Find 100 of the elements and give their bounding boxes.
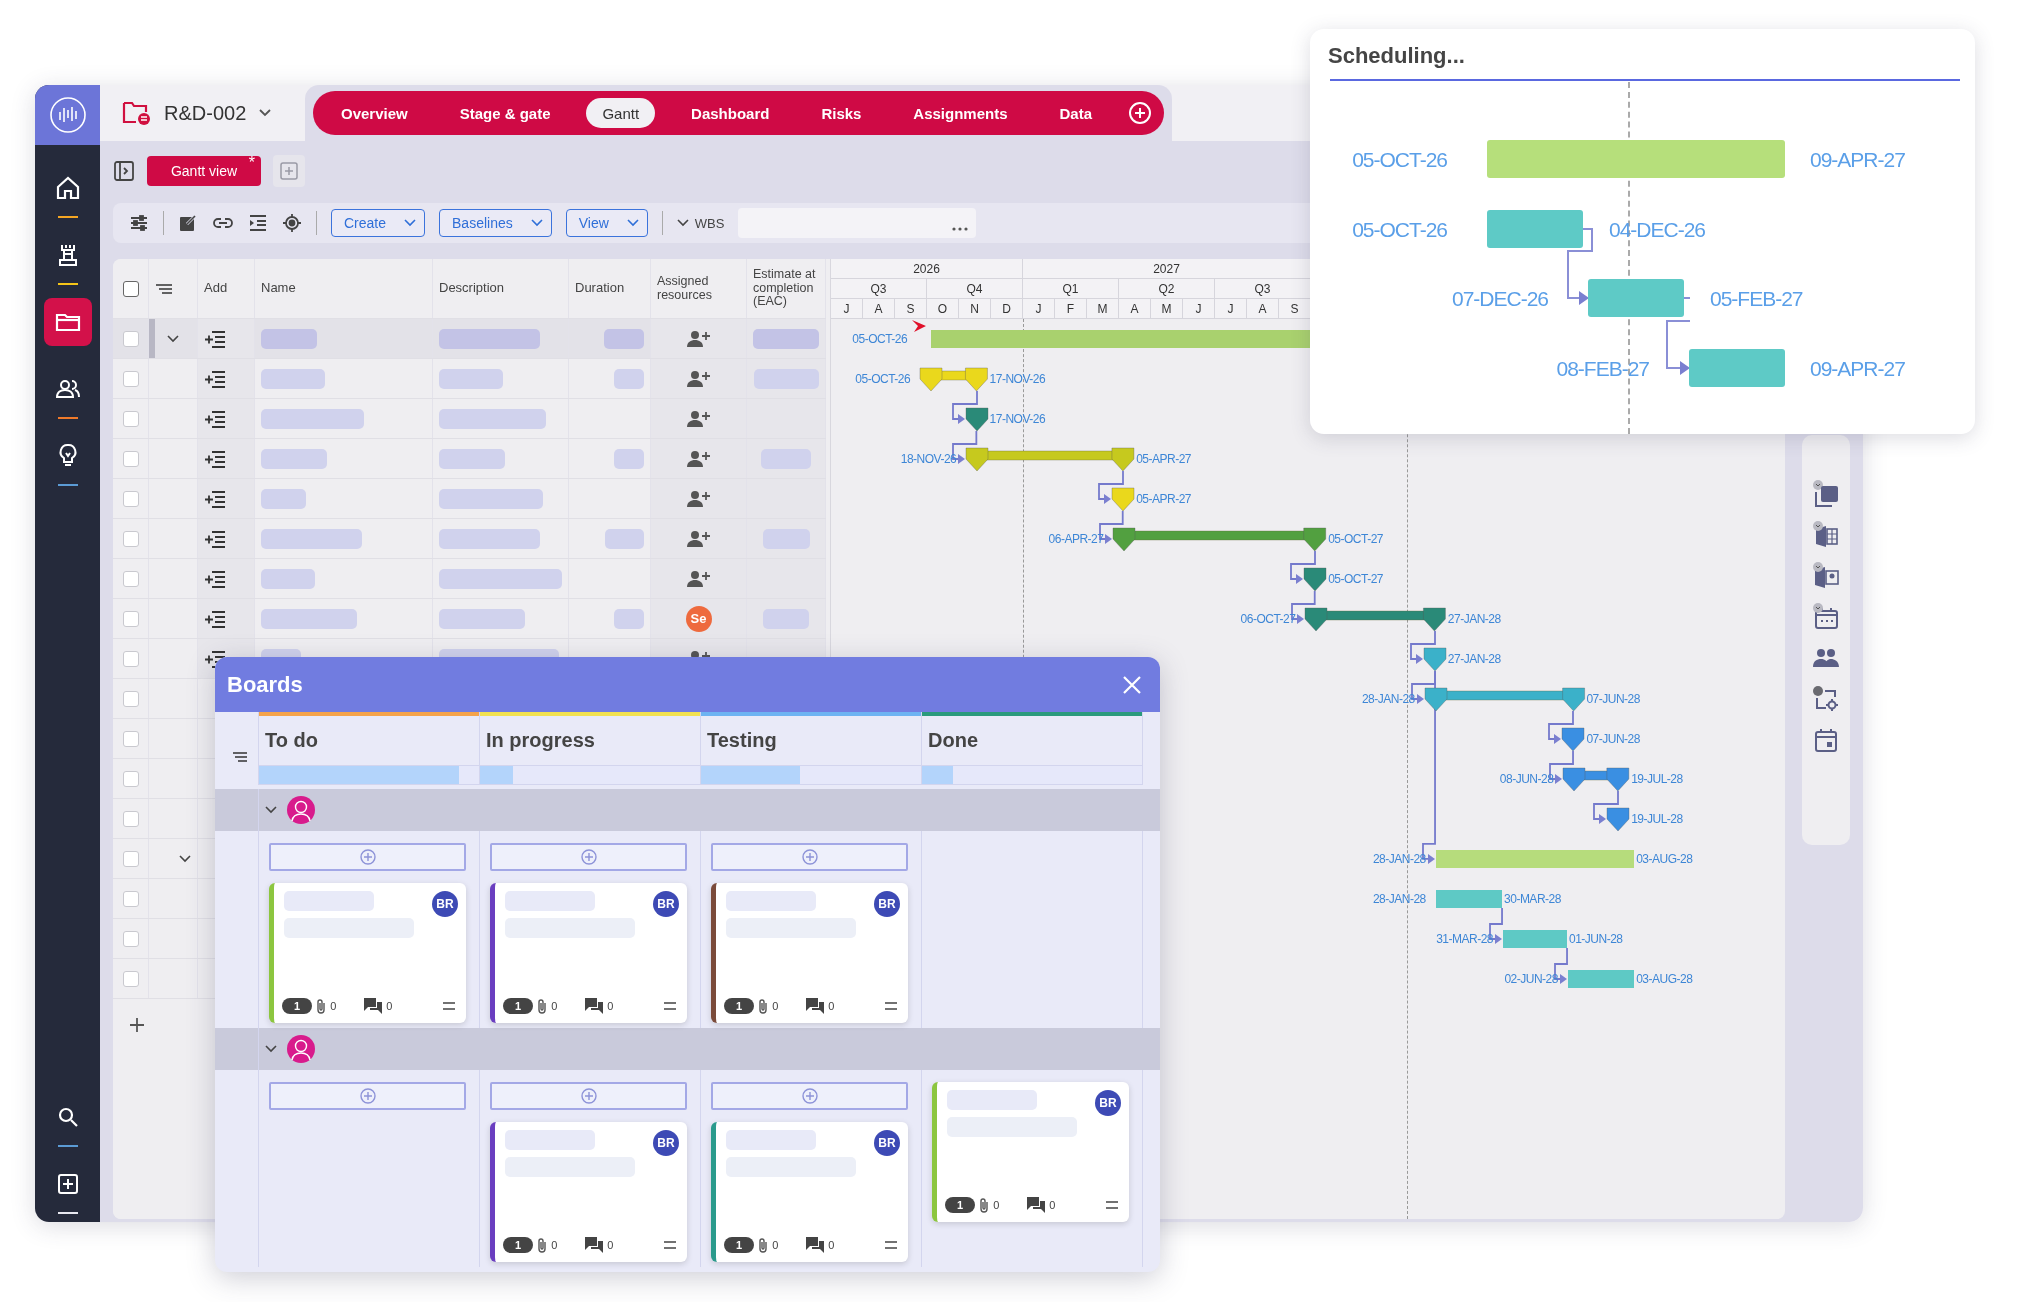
task-card[interactable]: BR 1 0 0	[711, 1122, 908, 1262]
spreadsheet-export-icon[interactable]	[1811, 520, 1841, 550]
drag-handle-icon[interactable]	[442, 1002, 456, 1010]
add-subtask-icon[interactable]	[204, 369, 226, 388]
row-checkbox[interactable]	[122, 770, 139, 787]
sliders-icon[interactable]	[129, 213, 149, 233]
row-checkbox[interactable]	[122, 570, 139, 587]
add-person-icon[interactable]	[686, 409, 711, 428]
row-checkbox[interactable]	[122, 330, 139, 347]
task-card[interactable]: BR 1 0 0	[711, 883, 908, 1023]
nav-tab[interactable]: Assignments	[897, 98, 1024, 128]
comment-count: 0	[828, 1000, 835, 1012]
logo-icon[interactable]	[48, 96, 87, 134]
row-checkbox[interactable]	[122, 370, 139, 387]
nav-tab[interactable]: Risks	[805, 98, 878, 128]
dropdown-button[interactable]: Create	[331, 209, 426, 237]
add-subtask-icon[interactable]	[204, 529, 226, 548]
milestone-marker[interactable]	[1562, 728, 1585, 752]
chevron-down-icon[interactable]	[265, 806, 277, 814]
indent-icon[interactable]	[248, 213, 268, 233]
workflow-settings-icon[interactable]	[1811, 684, 1841, 714]
column-header[interactable]: Name	[261, 281, 296, 296]
drag-handle-icon[interactable]	[663, 1002, 677, 1010]
row-checkbox[interactable]	[122, 650, 139, 667]
column-header[interactable]: Duration	[575, 281, 625, 296]
end-date-label: 01-JUN-28	[1569, 933, 1623, 945]
slides-export-icon[interactable]	[1811, 561, 1841, 591]
drag-handle-icon[interactable]	[884, 1241, 898, 1249]
add-subtask-icon[interactable]	[204, 329, 226, 348]
row-checkbox[interactable]	[122, 970, 139, 987]
select-all-checkbox[interactable]	[122, 280, 139, 297]
add-subtask-icon[interactable]	[204, 489, 226, 508]
task-card[interactable]: BR 1 0 0	[490, 1122, 687, 1262]
attachment-count: 0	[551, 1239, 558, 1251]
target-icon[interactable]	[282, 213, 302, 233]
milestone-marker[interactable]	[1607, 808, 1630, 832]
drag-handle-icon[interactable]	[1105, 1201, 1119, 1209]
column-header[interactable]: Estimate at completion (EAC)	[753, 268, 819, 309]
chevron-down-icon[interactable]	[265, 1045, 277, 1053]
column-header[interactable]: Assigned resources	[657, 275, 740, 302]
nav-tab[interactable]: Data	[1043, 98, 1108, 128]
add-person-icon[interactable]	[686, 489, 711, 508]
task-bar[interactable]	[1424, 688, 1585, 712]
nav-tab[interactable]: Dashboard	[675, 98, 786, 128]
milestone-marker[interactable]	[1304, 568, 1327, 592]
add-person-icon[interactable]	[686, 329, 711, 348]
close-icon[interactable]	[1122, 674, 1142, 695]
add-icon	[280, 162, 298, 180]
drag-handle-icon[interactable]	[884, 1002, 898, 1010]
chevron-down-icon[interactable]	[179, 854, 191, 863]
date-label: 05-OCT-27	[1328, 573, 1383, 585]
add-subtask-icon[interactable]	[204, 409, 226, 428]
task-card[interactable]: BR 1 0 0	[932, 1082, 1129, 1222]
milestone-marker[interactable]	[1423, 648, 1446, 672]
add-person-icon[interactable]	[686, 529, 711, 548]
task-card[interactable]: BR 1 0 0	[490, 883, 687, 1023]
row-checkbox[interactable]	[122, 410, 139, 427]
row-checkbox[interactable]	[122, 450, 139, 467]
row-checkbox[interactable]	[122, 530, 139, 547]
row-checkbox[interactable]	[122, 850, 139, 867]
column-header[interactable]: Description	[439, 281, 505, 296]
nav-tab[interactable]: Overview	[325, 98, 424, 128]
milestone-marker[interactable]	[965, 408, 988, 432]
add-icon[interactable]	[55, 1172, 80, 1196]
calendar-icon[interactable]	[1811, 602, 1841, 632]
chevron-down-icon[interactable]	[676, 219, 689, 227]
add-subtask-icon[interactable]	[204, 609, 226, 628]
add-subtask-icon[interactable]	[204, 449, 226, 468]
row-checkbox[interactable]	[122, 810, 139, 827]
sort-icon[interactable]	[155, 282, 173, 295]
column-header[interactable]: Add	[204, 281, 228, 296]
row-checkbox[interactable]	[122, 930, 139, 947]
drag-handle-icon[interactable]	[663, 1241, 677, 1249]
more-icon[interactable]	[952, 226, 969, 232]
task-bar[interactable]	[1563, 768, 1630, 792]
nav-tab[interactable]: Gantt	[586, 98, 656, 128]
add-subtask-icon[interactable]	[204, 569, 226, 588]
task-bar[interactable]	[1305, 608, 1446, 632]
nav-button[interactable]	[43, 298, 92, 346]
row-checkbox[interactable]	[122, 690, 139, 707]
task-card[interactable]: BR 1 0 0	[269, 883, 466, 1023]
dropdown-button[interactable]: Baselines	[439, 209, 552, 237]
search-field[interactable]	[738, 208, 977, 238]
sort-icon[interactable]	[231, 751, 248, 763]
milestone-marker[interactable]	[1112, 488, 1135, 512]
dropdown-button[interactable]: View	[565, 209, 648, 237]
nav-tab[interactable]: Stage & gate	[443, 98, 567, 128]
chevron-down-icon[interactable]	[258, 108, 273, 118]
row-checkbox[interactable]	[122, 730, 139, 747]
edit-icon[interactable]	[178, 213, 198, 233]
panel-toggle-icon[interactable]	[113, 160, 135, 182]
row-checkbox[interactable]	[122, 890, 139, 907]
add-person-icon[interactable]	[686, 449, 711, 468]
row-checkbox[interactable]	[122, 610, 139, 627]
chevron-down-icon[interactable]	[167, 334, 179, 343]
task-bar[interactable]	[1113, 528, 1327, 552]
row-checkbox[interactable]	[122, 490, 139, 507]
add-person-icon[interactable]	[686, 569, 711, 588]
add-person-icon[interactable]	[686, 369, 711, 388]
project-name[interactable]: R&D-002	[164, 101, 247, 125]
